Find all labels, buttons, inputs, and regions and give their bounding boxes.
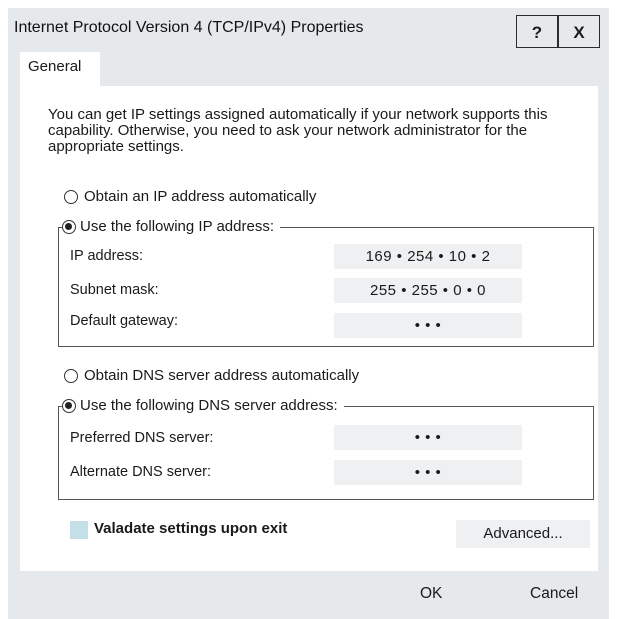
dns-auto-option[interactable]: Obtain DNS server address automatically: [64, 367, 359, 384]
validate-label: Valadate settings upon exit: [94, 520, 288, 537]
subnet-mask-input[interactable]: 255 • 255 • 0 • 0: [334, 278, 522, 303]
ip-manual-label: Use the following IP address:: [80, 218, 274, 235]
default-gateway-label: Default gateway:: [70, 313, 179, 329]
title-bar: Internet Protocol Version 4 (TCP/IPv4) P…: [8, 8, 609, 50]
subnet-mask-label: Subnet mask:: [70, 282, 159, 298]
dns-manual-label: Use the following DNS server address:: [80, 397, 338, 414]
default-gateway-input[interactable]: • • •: [334, 313, 522, 338]
preferred-dns-label: Preferred DNS server:: [70, 430, 214, 446]
alternate-dns-input[interactable]: • • •: [334, 460, 522, 485]
ip-auto-label: Obtain an IP address automatically: [84, 188, 317, 205]
ip-manual-option[interactable]: Use the following IP address:: [62, 218, 280, 235]
ip-manual-radio[interactable]: [62, 219, 76, 234]
dns-auto-radio[interactable]: [64, 368, 78, 383]
tab-general[interactable]: General: [20, 52, 100, 88]
ip-address-label: IP address:: [70, 248, 144, 264]
dns-manual-radio[interactable]: [62, 398, 76, 413]
dns-auto-label: Obtain DNS server address automatically: [84, 367, 360, 384]
help-button[interactable]: ?: [516, 15, 558, 48]
description-text: You can get IP settings assigned automat…: [48, 106, 548, 155]
ip-address-input[interactable]: 169 • 254 • 10 • 2: [334, 244, 522, 269]
close-button[interactable]: X: [558, 15, 600, 48]
dialog-title: Internet Protocol Version 4 (TCP/IPv4) P…: [14, 19, 364, 36]
dns-manual-option[interactable]: Use the following DNS server address:: [62, 397, 344, 414]
cancel-button[interactable]: Cancel: [530, 585, 578, 603]
ip-auto-option[interactable]: Obtain an IP address automatically: [64, 188, 316, 205]
dns-groupbox: [58, 406, 594, 500]
preferred-dns-input[interactable]: • • •: [334, 425, 522, 450]
ip-auto-radio[interactable]: [64, 189, 78, 204]
ok-button[interactable]: OK: [420, 585, 442, 603]
advanced-button[interactable]: Advanced...: [456, 520, 590, 548]
alternate-dns-label: Alternate DNS server:: [70, 464, 212, 480]
validate-checkbox[interactable]: [70, 521, 88, 539]
